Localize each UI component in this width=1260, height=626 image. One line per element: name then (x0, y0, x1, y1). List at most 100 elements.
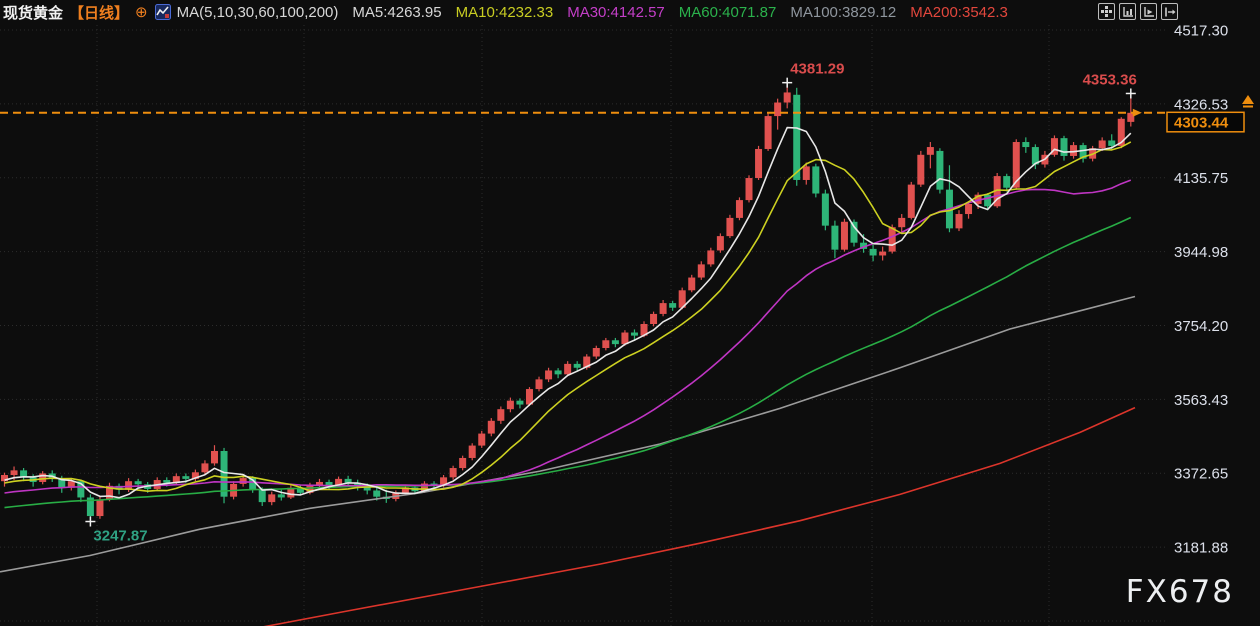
candle-body (1099, 140, 1106, 148)
price-axis-layer: 4517.304326.534135.753944.983754.203563.… (1174, 23, 1228, 557)
candle-body (698, 264, 705, 277)
price-axis-tick-label: 4517.30 (1174, 23, 1228, 40)
price-axis-tick-label: 4135.75 (1174, 170, 1228, 187)
candle-body (822, 194, 829, 226)
candle-body (984, 195, 991, 207)
candle-body (240, 478, 247, 484)
candle-body (450, 468, 457, 477)
candle-body (707, 250, 714, 264)
candle-body (726, 218, 733, 236)
candle-body (536, 379, 543, 389)
candle-body (851, 222, 858, 243)
ma200-line (235, 408, 1135, 626)
candle-body (1108, 140, 1115, 145)
candle-body (765, 116, 772, 149)
add-indicator-icon[interactable]: ⊕ (135, 3, 148, 21)
pan-right-icon (1164, 6, 1176, 18)
symbol-name: 现货黄金 (3, 2, 63, 23)
candle-body (459, 458, 466, 468)
candle-body (784, 92, 791, 102)
candle-body (478, 434, 485, 446)
candle-body (201, 463, 208, 472)
candle-body (135, 481, 142, 484)
current-price-value: 4303.44 (1174, 114, 1229, 131)
candle-body (831, 226, 838, 250)
candle-body (793, 95, 800, 180)
candle-body (660, 303, 667, 314)
candle-body (650, 314, 657, 324)
chart-scale-tool-button[interactable] (1119, 3, 1136, 20)
swing-price-label: 4381.29 (790, 61, 844, 78)
ma10-line (5, 142, 1131, 491)
candle-body (373, 490, 380, 496)
candle-body (956, 214, 963, 228)
candle-body (1003, 176, 1010, 188)
chart-play-tool-button[interactable] (1140, 3, 1157, 20)
ma5-line (5, 128, 1131, 498)
candle-body (39, 473, 46, 482)
candle-body (469, 446, 476, 458)
ma-values-group: MA5:4263.95MA10:4232.33MA30:4142.57MA60:… (338, 4, 1007, 21)
candle-body (717, 236, 724, 250)
candle-body (612, 340, 619, 344)
candle-body (1070, 145, 1077, 156)
chart-header: 现货黄金 【日线】 ⊕ MA(5,10,30,60,100,200) MA5:4… (0, 0, 1008, 24)
ma5-value: MA5:4263.95 (352, 4, 441, 21)
gold-chart-app: 4303.44 4381.294353.363247.87 4517.30 432… (0, 0, 1260, 626)
price-up-arrow (1242, 95, 1254, 104)
candle-body (259, 490, 266, 502)
price-axis-tick-label: 3372.65 (1174, 466, 1228, 483)
chart-play-icon (1143, 6, 1155, 18)
candle-body (812, 166, 819, 193)
candle-body (545, 370, 552, 379)
candle-body (917, 155, 924, 185)
candle-body (669, 303, 676, 308)
candle-body (631, 333, 638, 336)
swing-price-label: 3247.87 (93, 528, 147, 545)
candle-body (688, 278, 695, 291)
ma200-value: MA200:3542.3 (910, 4, 1008, 21)
candle-body (507, 401, 514, 410)
candle-body (221, 451, 228, 497)
price-axis-tick-label: 4326.53 (1174, 96, 1228, 113)
candles-layer (1, 83, 1134, 522)
pan-right-tool-button[interactable] (1161, 3, 1178, 20)
candle-body (96, 499, 103, 516)
candle-body (11, 470, 18, 475)
price-axis-tick-label: 3754.20 (1174, 318, 1228, 335)
candle-body (879, 252, 886, 256)
candle-body (278, 494, 285, 497)
price-axis-tick-label: 3181.88 (1174, 540, 1228, 557)
candle-body (516, 401, 523, 405)
candlestick-chart-canvas[interactable]: 4303.44 4381.294353.363247.87 4517.30 432… (0, 0, 1260, 626)
candle-body (965, 204, 972, 214)
candle-body (574, 364, 581, 368)
candle-body (268, 494, 275, 502)
ma100-line (0, 297, 1135, 572)
candle-body (211, 451, 218, 463)
ma60-value: MA60:4071.87 (679, 4, 777, 21)
candle-body (870, 249, 877, 256)
candle-body (936, 151, 943, 190)
ma10-value: MA10:4232.33 (456, 4, 554, 21)
chart-toolbar (1098, 3, 1178, 20)
period-label: 【日线】 (69, 2, 129, 23)
current-price-line-layer: 4303.44 (0, 95, 1254, 132)
candle-body (908, 185, 915, 218)
candle-body (488, 421, 495, 434)
price-pointer-arrow (1133, 109, 1142, 117)
ma-lines-layer (0, 128, 1135, 626)
annotations-layer: 4381.294353.363247.87 (85, 61, 1136, 545)
move-tool-button[interactable] (1098, 3, 1115, 20)
ma-params-label: MA(5,10,30,60,100,200) (177, 4, 339, 21)
candle-body (736, 200, 743, 218)
candle-body (602, 340, 609, 348)
candle-body (555, 370, 562, 374)
candle-body (746, 178, 753, 200)
price-axis-tick-label: 3944.98 (1174, 244, 1228, 261)
candle-body (182, 476, 189, 479)
watermark: FX678 (1126, 574, 1234, 610)
candle-body (889, 227, 896, 251)
candle-body (593, 348, 600, 357)
candle-body (774, 103, 781, 117)
